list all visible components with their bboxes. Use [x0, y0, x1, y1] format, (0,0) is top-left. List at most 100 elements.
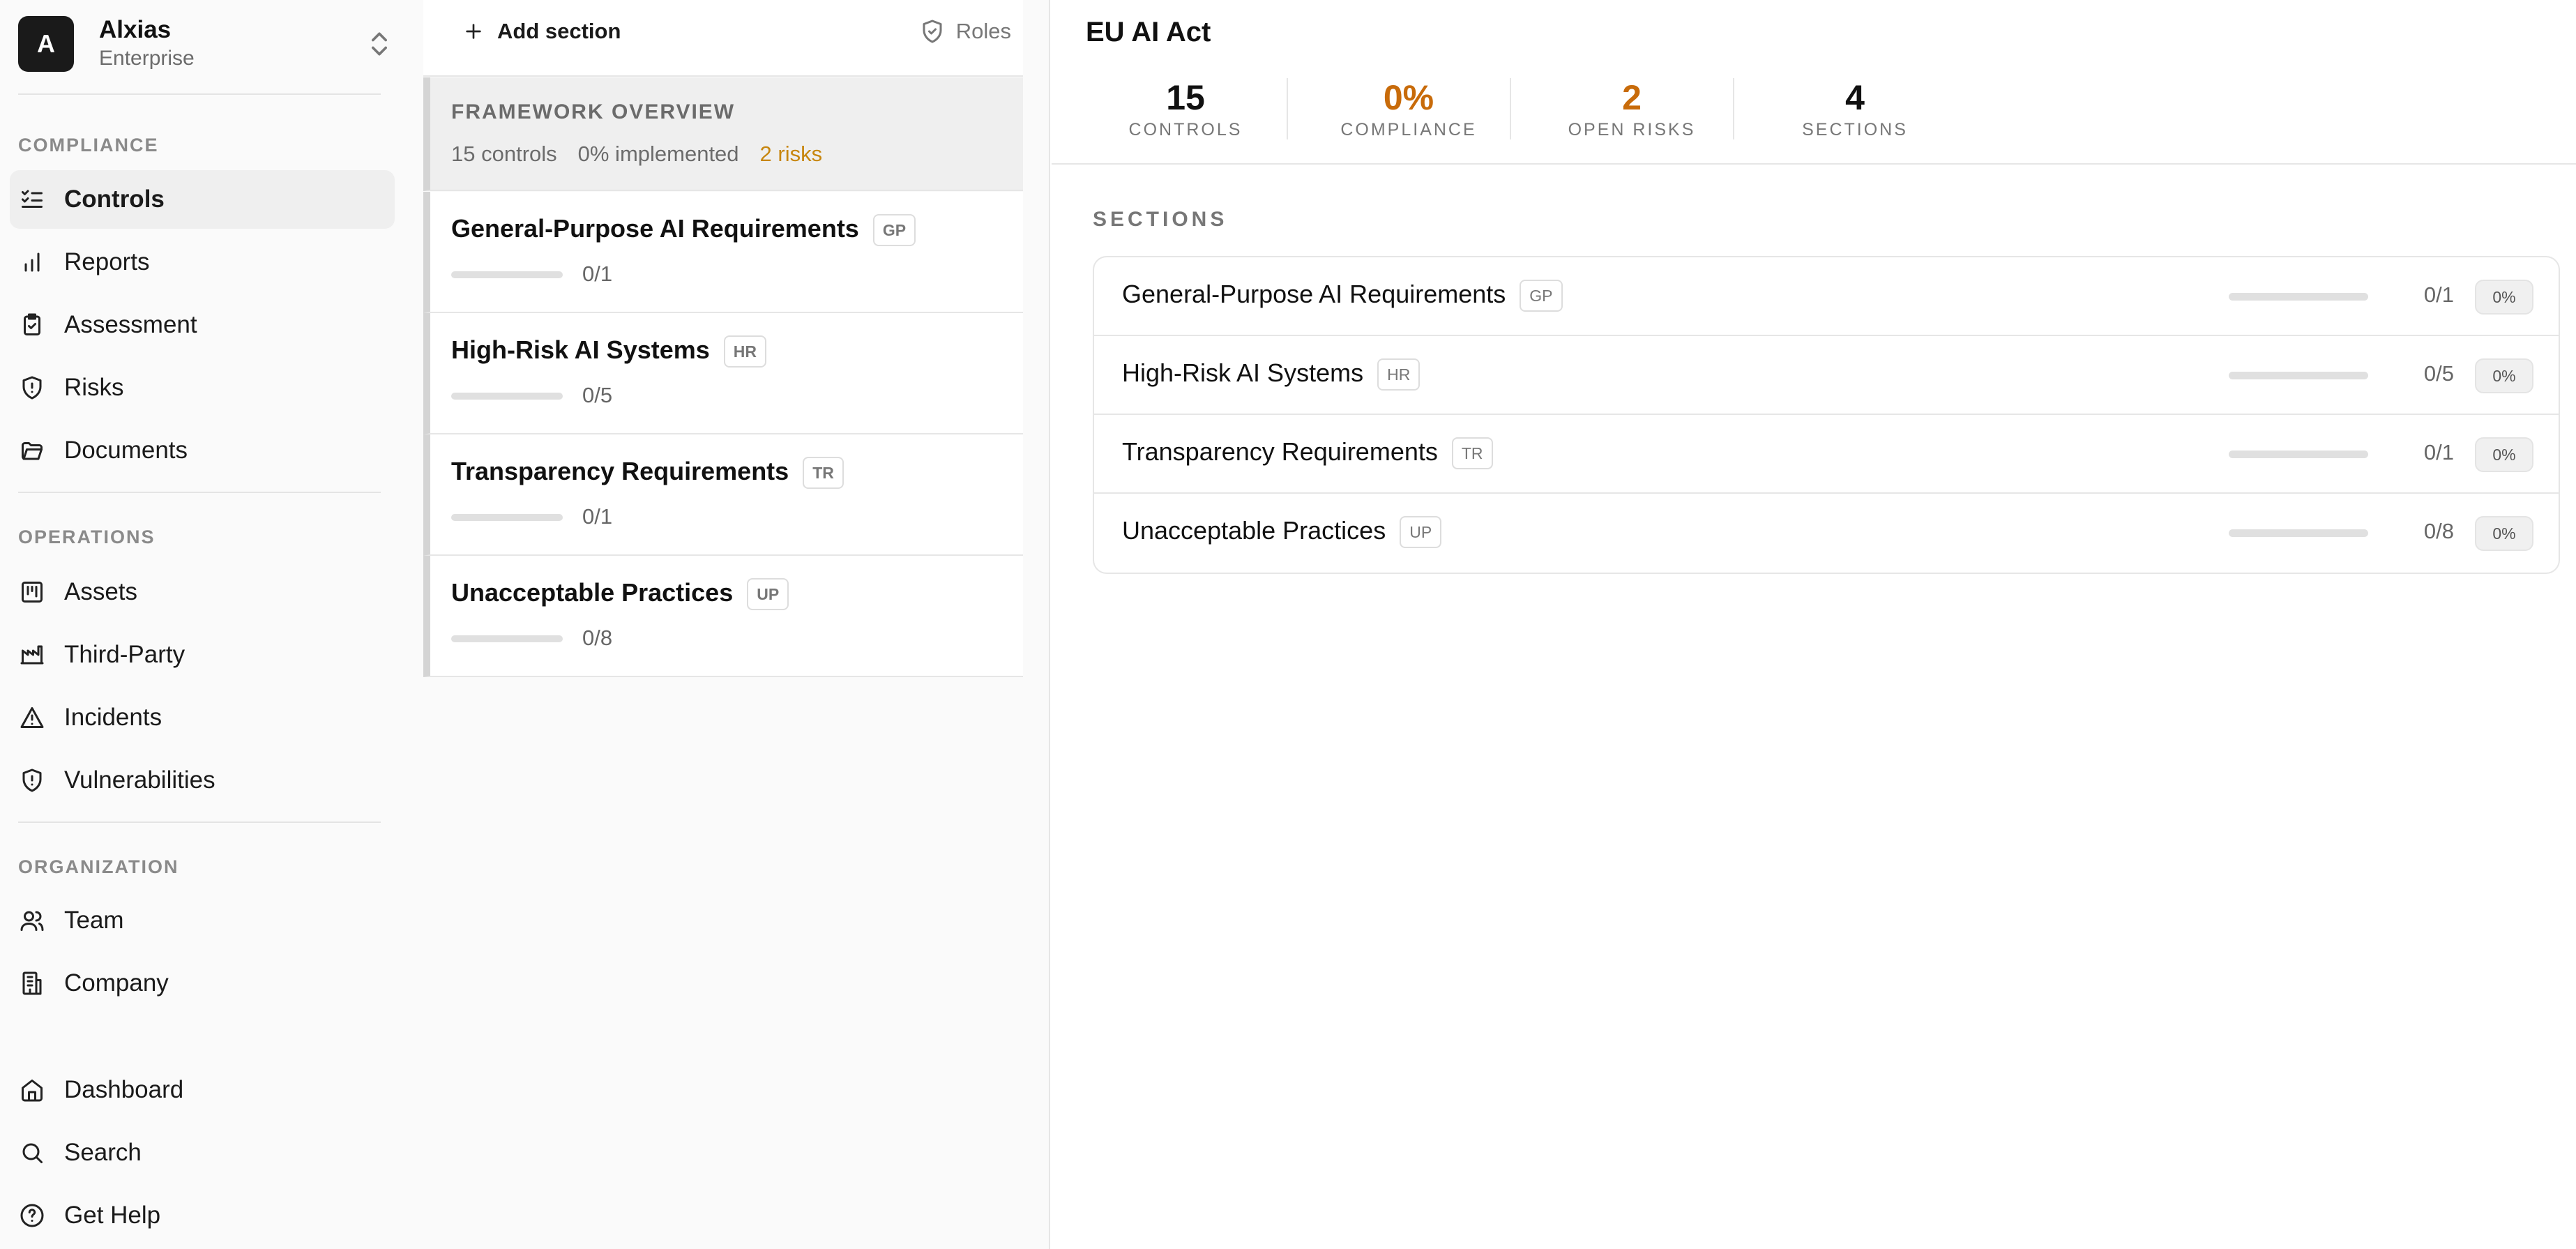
stat-label: SECTIONS	[1802, 120, 1908, 139]
nav-label: Assets	[64, 578, 138, 605]
warning-triangle-icon	[20, 707, 44, 728]
stat-label: COMPLIANCE	[1340, 120, 1477, 139]
nav-item-risks[interactable]: Risks	[10, 358, 395, 417]
framework-overview-card[interactable]: FRAMEWORK OVERVIEW 15 controls 0% implem…	[423, 77, 1023, 191]
help-circle-icon	[20, 1204, 44, 1227]
roles-label: Roles	[955, 19, 1011, 43]
section-progress-bar	[2229, 529, 2368, 537]
section-card-unacceptable[interactable]: Unacceptable Practices UP 0/8	[423, 556, 1023, 677]
nav-item-documents[interactable]: Documents	[10, 421, 395, 480]
section-percent-badge: 0%	[2475, 280, 2533, 315]
roles-button[interactable]: Roles	[920, 17, 1011, 46]
section-badge: GP	[1520, 280, 1563, 312]
sections-panel: Add section Roles FRAMEWORK OVERVIEW 15 …	[423, 0, 1050, 1249]
nav-label: Team	[64, 907, 124, 934]
section-row-name: Transparency Requirements TR	[1122, 437, 1493, 470]
section-card-high-risk[interactable]: High-Risk AI Systems HR 0/5	[423, 313, 1023, 434]
nav-item-assets[interactable]: Assets	[10, 563, 395, 621]
section-row-general-purpose[interactable]: General-Purpose AI Requirements GP 0/1 0%	[1094, 257, 2559, 336]
factory-icon	[20, 645, 44, 665]
nav-item-team[interactable]: Team	[10, 891, 395, 950]
section-badge: HR	[723, 335, 767, 368]
nav-label: Search	[64, 1139, 142, 1166]
section-badge: UP	[1400, 516, 1442, 549]
sections-table: General-Purpose AI Requirements GP 0/1 0%…	[1093, 256, 2560, 574]
section-progress-bar	[451, 635, 563, 642]
stat-value: 2	[1622, 78, 1642, 117]
nav-item-company[interactable]: Company	[10, 954, 395, 1013]
section-count: 0/8	[2423, 519, 2454, 543]
section-row-name: High-Risk AI Systems HR	[1122, 358, 1420, 391]
nav-label: Dashboard	[64, 1076, 184, 1103]
org-name: Alxias	[99, 16, 172, 43]
nav-label: Vulnerabilities	[64, 766, 215, 794]
stat-label: CONTROLS	[1128, 120, 1243, 139]
section-count: 0/5	[582, 383, 613, 407]
section-badge: HR	[1377, 358, 1420, 391]
nav-label: Reports	[64, 248, 150, 275]
section-badge: TR	[1451, 437, 1493, 470]
nav-item-incidents[interactable]: Incidents	[10, 688, 395, 747]
section-count: 0/1	[2423, 440, 2454, 464]
stat-sections: 4 SECTIONS	[1743, 77, 1967, 146]
divider	[18, 93, 381, 95]
nav-item-third-party[interactable]: Third-Party	[10, 626, 395, 684]
section-percent-badge: 0%	[2475, 516, 2533, 551]
section-card-title: Transparency Requirements TR	[451, 457, 844, 490]
section-row-unacceptable[interactable]: Unacceptable Practices UP 0/8 0%	[1094, 494, 2559, 573]
framework-overview-title: FRAMEWORK OVERVIEW	[451, 100, 736, 123]
group-label-operations: OPERATIONS	[18, 527, 156, 547]
section-count: 0/8	[582, 626, 613, 650]
add-section-button[interactable]: Add section	[462, 17, 621, 46]
stat-open-risks: 2 OPEN RISKS	[1520, 77, 1743, 146]
stat-divider	[1510, 78, 1511, 139]
section-progress-bar	[2229, 293, 2368, 301]
section-percent-badge: 0%	[2475, 358, 2533, 393]
section-progress-bar	[451, 514, 563, 521]
section-card-title: General-Purpose AI Requirements GP	[451, 214, 916, 247]
org-switcher[interactable]: A Alxias Enterprise	[18, 16, 395, 72]
stat-controls: 15 CONTROLS	[1074, 77, 1297, 146]
nav-item-vulnerabilities[interactable]: Vulnerabilities	[10, 751, 395, 810]
nav-item-dashboard[interactable]: Dashboard	[10, 1061, 395, 1119]
chevron-up-down-icon[interactable]	[364, 29, 395, 59]
nav-label: Assessment	[64, 311, 197, 338]
shield-icon	[22, 769, 42, 792]
stat-value: 0%	[1383, 78, 1434, 117]
framework-overview-stats: 15 controls 0% implemented 2 risks	[451, 142, 822, 167]
section-row-transparency[interactable]: Transparency Requirements TR 0/1 0%	[1094, 415, 2559, 494]
sidebar: A Alxias Enterprise COMPLIANCE Controls …	[0, 0, 423, 1249]
section-count: 0/1	[582, 504, 613, 529]
nav-label: Controls	[64, 186, 165, 213]
nav-item-controls[interactable]: Controls	[10, 170, 395, 229]
stat-divider	[1287, 78, 1288, 139]
building-icon	[22, 971, 42, 995]
nav-item-reports[interactable]: Reports	[10, 233, 395, 292]
divider	[18, 492, 381, 493]
nav-label: Incidents	[64, 704, 162, 731]
nav-label: Risks	[64, 374, 124, 401]
sections-heading: SECTIONS	[1093, 208, 1228, 231]
section-count: 0/1	[2423, 282, 2454, 307]
section-progress-bar	[2229, 451, 2368, 458]
sections-toolbar: Add section Roles	[423, 0, 1023, 77]
stats-row: 15 CONTROLS 0% COMPLIANCE 2 OPEN RISKS 4…	[1052, 70, 2576, 165]
home-icon	[22, 1080, 43, 1102]
nav-item-search[interactable]: Search	[10, 1123, 395, 1182]
stat-compliance: 0% COMPLIANCE	[1297, 77, 1520, 146]
section-badge: GP	[872, 214, 916, 247]
section-progress-bar	[2229, 372, 2368, 379]
stat-value: 4	[1845, 78, 1865, 117]
org-plan: Enterprise	[99, 47, 195, 70]
section-card-general-purpose[interactable]: General-Purpose AI Requirements GP 0/1	[423, 192, 1023, 313]
section-row-high-risk[interactable]: High-Risk AI Systems HR 0/5 0%	[1094, 336, 2559, 415]
nav-item-get-help[interactable]: Get Help	[10, 1186, 395, 1245]
add-section-label: Add section	[497, 19, 621, 43]
section-card-transparency[interactable]: Transparency Requirements TR 0/1	[423, 434, 1023, 556]
section-count: 0/5	[2423, 361, 2454, 386]
section-badge: TR	[803, 457, 844, 490]
kanban-icon	[22, 582, 43, 603]
controls-count: 15 controls	[451, 142, 557, 166]
nav-item-assessment[interactable]: Assessment	[10, 296, 395, 354]
nav-label: Third-Party	[64, 641, 185, 668]
